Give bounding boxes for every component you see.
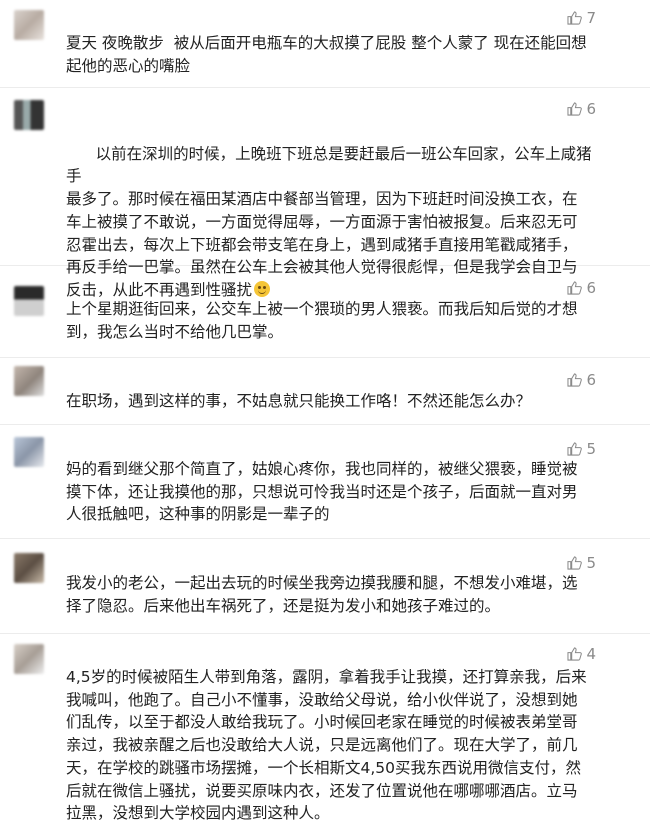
avatar[interactable] xyxy=(14,553,44,583)
comment-text: 夏天 夜晚散步 被从后面开电瓶车的大叔摸了屁股 整个人蒙了 现在还能回想 起他的… xyxy=(66,34,587,75)
like-button[interactable]: 7 xyxy=(567,9,596,27)
avatar[interactable] xyxy=(14,286,44,316)
like-button[interactable]: 4 xyxy=(567,645,596,663)
like-count: 5 xyxy=(586,554,596,572)
comment-text: 在职场，遇到这样的事，不姑息就只能换工作咯！不然还能怎么办？ xyxy=(66,392,532,410)
comment-item: 5 妈的看到继父那个简直了，姑娘心疼你，我也同样的，被继父猥亵，睡觉被 摸下体，… xyxy=(0,425,650,539)
like-button[interactable]: 6 xyxy=(567,279,596,297)
thumbs-up-icon xyxy=(567,281,583,295)
like-button[interactable]: 6 xyxy=(567,100,596,118)
thumbs-up-icon xyxy=(567,442,583,456)
avatar[interactable] xyxy=(14,437,44,467)
comment-text: 妈的看到继父那个简直了，姑娘心疼你，我也同样的，被继父猥亵，睡觉被 摸下体，还让… xyxy=(66,460,578,524)
like-count: 7 xyxy=(586,9,596,27)
comment-item: 6 上个星期逛街回来，公交车上被一个猥琐的男人猥亵。而我后知后觉的才想 到，我怎… xyxy=(0,266,650,358)
avatar[interactable] xyxy=(14,366,44,396)
thumbs-up-icon xyxy=(567,373,583,387)
comment-item: 4 4,5岁的时候被陌生人带到角落，露阴，拿着我手让我摸，还打算亲我，后来 我喊… xyxy=(0,634,650,822)
like-button[interactable]: 5 xyxy=(567,440,596,458)
comment-text: 4,5岁的时候被陌生人带到角落，露阴，拿着我手让我摸，还打算亲我，后来 我喊叫，… xyxy=(66,668,587,823)
thumbs-up-icon xyxy=(567,102,583,116)
comment-text: 我发小的老公，一起出去玩的时候坐我旁边摸我腰和腿，不想发小难堪，选 择了隐忍。后… xyxy=(66,574,578,615)
comment-item: 7 夏天 夜晚散步 被从后面开电瓶车的大叔摸了屁股 整个人蒙了 现在还能回想 起… xyxy=(0,0,650,88)
thumbs-up-icon xyxy=(567,647,583,661)
avatar[interactable] xyxy=(14,10,44,40)
comment-item: 5 我发小的老公，一起出去玩的时候坐我旁边摸我腰和腿，不想发小难堪，选 择了隐忍… xyxy=(0,539,650,634)
comment-feed: 7 夏天 夜晚散步 被从后面开电瓶车的大叔摸了屁股 整个人蒙了 现在还能回想 起… xyxy=(0,0,650,822)
like-count: 6 xyxy=(586,100,596,118)
avatar[interactable] xyxy=(14,100,44,130)
thumbs-up-icon xyxy=(567,556,583,570)
like-count: 6 xyxy=(586,279,596,297)
comment-item: 6 在职场，遇到这样的事，不姑息就只能换工作咯！不然还能怎么办？ xyxy=(0,358,650,425)
avatar[interactable] xyxy=(14,644,44,674)
like-count: 5 xyxy=(586,440,596,458)
like-button[interactable]: 5 xyxy=(567,554,596,572)
like-button[interactable]: 6 xyxy=(567,371,596,389)
like-count: 4 xyxy=(586,645,596,663)
like-count: 6 xyxy=(586,371,596,389)
thumbs-up-icon xyxy=(567,11,583,25)
comment-text: 上个星期逛街回来，公交车上被一个猥琐的男人猥亵。而我后知后觉的才想 到，我怎么当… xyxy=(66,300,578,341)
comment-item: 6 以前在深圳的时候，上晚班下班总是要赶最后一班公车回家，公车上咸猪手 最多了。… xyxy=(0,88,650,299)
